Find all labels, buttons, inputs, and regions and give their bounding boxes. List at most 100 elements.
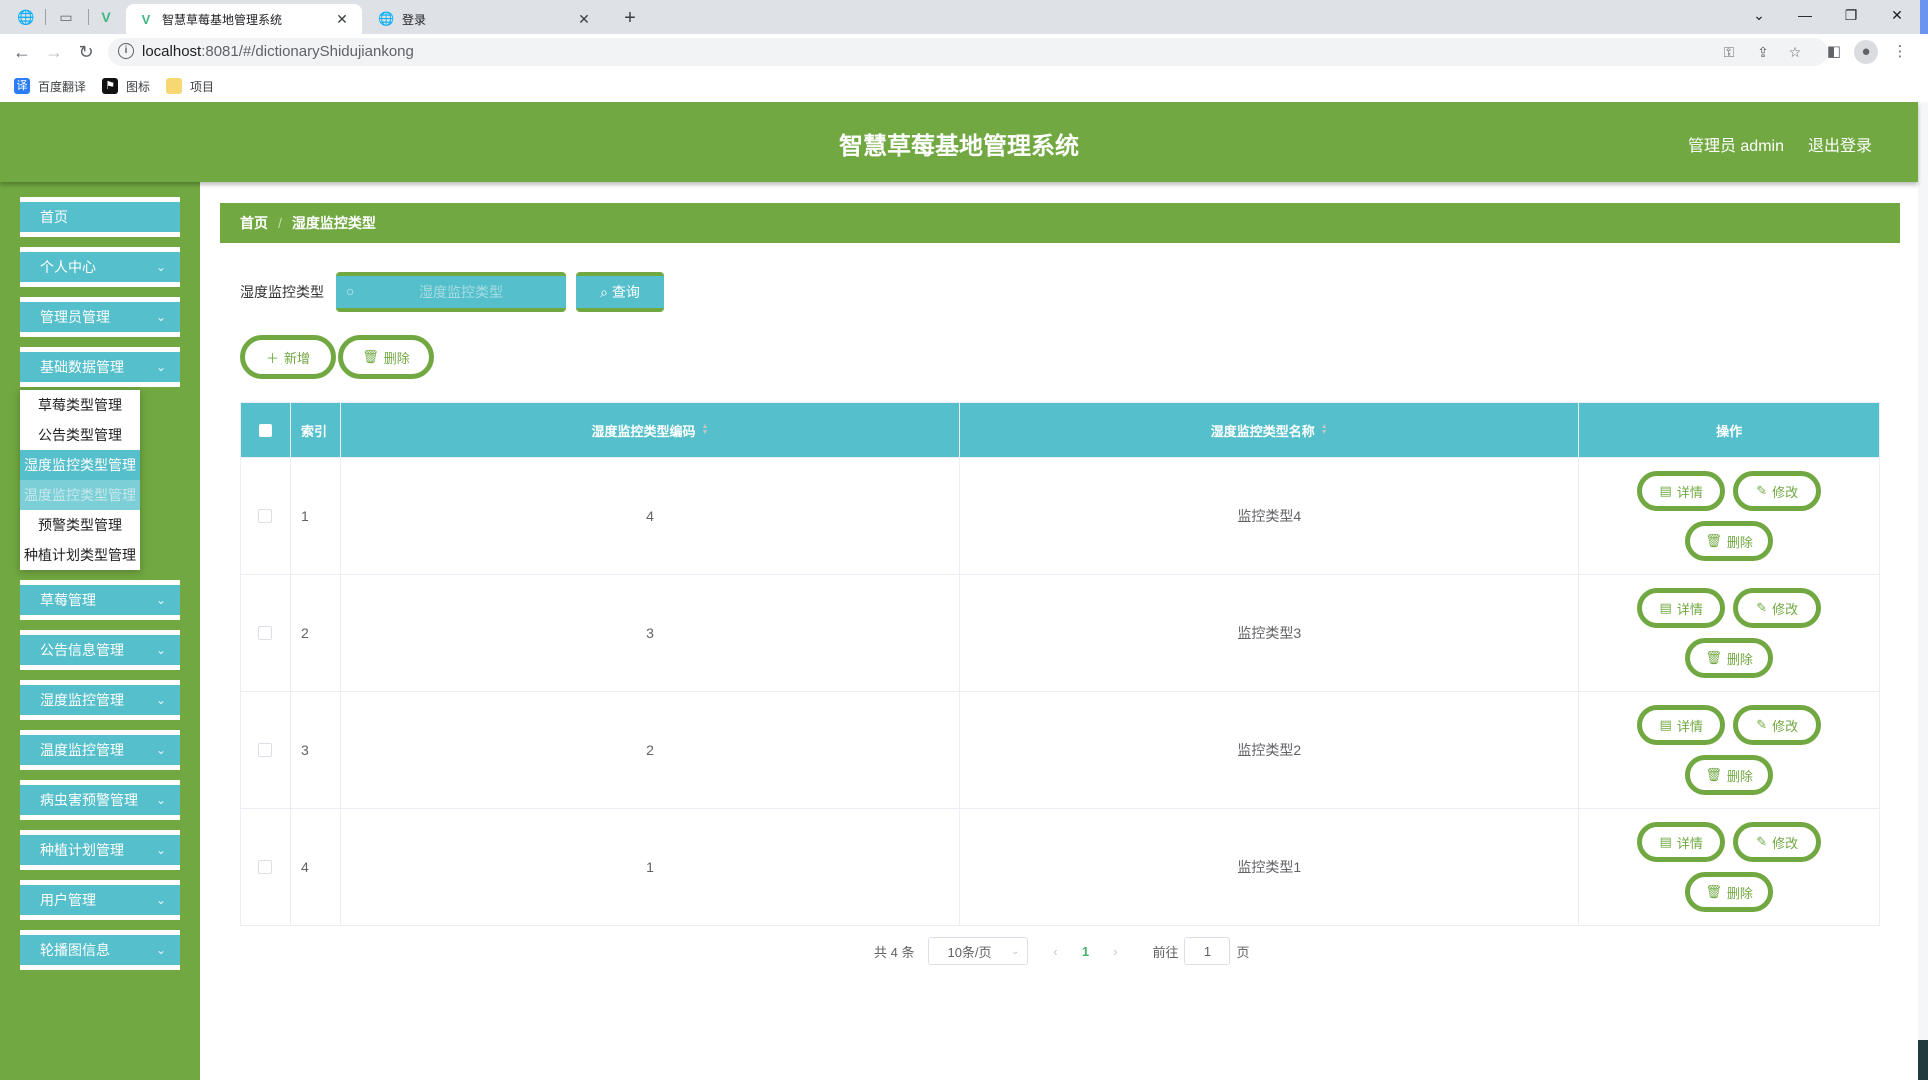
- detail-button[interactable]: ▤ 详情: [1637, 705, 1726, 745]
- pinned-tab-globe-icon[interactable]: 🌐: [14, 6, 38, 28]
- bookmark-folder-project[interactable]: 项目: [166, 76, 214, 96]
- sidebar-item-humidity[interactable]: 湿度监控管理 ⌄: [20, 680, 180, 720]
- sidebar-item-basic-data[interactable]: 基础数据管理 ⌄: [20, 347, 180, 387]
- chevron-down-icon: ⌄: [155, 743, 166, 757]
- table-body: 1 4 监控类型4 ▤ 详情 ✎ 修改 🗑 删除 2 3 监控类型3 ▤ 详情 ✎ 修改 …: [241, 457, 1879, 925]
- sidebar-item-label: 草莓管理: [40, 592, 96, 608]
- bookmark-star-icon[interactable]: ☆: [1784, 42, 1806, 62]
- delete-button[interactable]: 🗑 删除: [1685, 638, 1774, 678]
- query-button[interactable]: ⌕ 查询: [576, 272, 664, 312]
- chevron-down-icon: ⌄: [155, 843, 166, 857]
- sidebar-item-admin[interactable]: 管理员管理 ⌄: [20, 297, 180, 337]
- prev-page-button[interactable]: ‹: [1040, 944, 1070, 959]
- detail-label: 详情: [1676, 484, 1703, 500]
- edit-button[interactable]: ✎ 修改: [1733, 705, 1822, 745]
- header-code[interactable]: 湿度监控类型编码 ▲ ▼: [341, 403, 961, 457]
- goto-page-input[interactable]: [1184, 937, 1231, 965]
- back-button[interactable]: ←: [8, 38, 36, 66]
- search-form: 湿度监控类型 ○ ⌕ 查询: [240, 272, 664, 312]
- delete-button[interactable]: 🗑 删除: [1685, 872, 1774, 912]
- reload-button[interactable]: ↻: [72, 38, 100, 66]
- tab-login[interactable]: 🌐 登录 ✕: [366, 4, 604, 34]
- logout-link[interactable]: 退出登录: [1808, 132, 1872, 156]
- search-input[interactable]: [366, 276, 556, 308]
- row-index: 3: [291, 692, 341, 808]
- select-all-checkbox[interactable]: [258, 423, 272, 437]
- address-bar[interactable]: i localhost:8081/#/dictionaryShidujianko…: [108, 38, 1828, 66]
- close-window-button[interactable]: ✕: [1874, 0, 1920, 30]
- add-button[interactable]: ＋ 新增: [240, 335, 336, 379]
- page-scrollbar[interactable]: [1918, 102, 1928, 1080]
- url-text[interactable]: localhost:8081/#/dictionaryShidujiankong: [142, 43, 414, 60]
- submenu-item-temperature-type[interactable]: 温度监控类型管理: [20, 480, 140, 510]
- row-operations: ▤ 详情 ✎ 修改 🗑 删除: [1579, 692, 1879, 808]
- submenu-item-warning-type[interactable]: 预警类型管理: [20, 510, 140, 540]
- bookmark-icons[interactable]: ⚑ 图标: [102, 76, 150, 96]
- restore-button[interactable]: ❐: [1828, 0, 1874, 30]
- submenu-item-strawberry-type[interactable]: 草莓类型管理: [20, 390, 140, 420]
- site-info-icon[interactable]: i: [118, 43, 134, 59]
- close-tab-icon[interactable]: ✕: [576, 11, 592, 28]
- submenu-item-humidity-type[interactable]: 湿度监控类型管理: [20, 450, 140, 480]
- breadcrumb-current: 湿度监控类型: [291, 215, 376, 231]
- edit-button[interactable]: ✎ 修改: [1733, 588, 1822, 628]
- row-checkbox[interactable]: [258, 509, 273, 523]
- tab-active[interactable]: V 智慧草莓基地管理系统 ✕: [126, 4, 362, 34]
- header-name[interactable]: 湿度监控类型名称 ▲ ▼: [960, 403, 1580, 457]
- plus-icon: ＋: [265, 350, 279, 366]
- breadcrumb-home[interactable]: 首页: [240, 213, 268, 233]
- sidebar-item-carousel[interactable]: 轮播图信息 ⌄: [20, 930, 180, 970]
- detail-button[interactable]: ▤ 详情: [1637, 588, 1726, 628]
- row-operations: ▤ 详情 ✎ 修改 🗑 删除: [1579, 458, 1879, 574]
- detail-button[interactable]: ▤ 详情: [1637, 822, 1726, 862]
- breadcrumb-separator: /: [278, 215, 282, 231]
- bookmark-baidu-translate[interactable]: 译 百度翻译: [14, 76, 86, 96]
- sidebar-item-profile[interactable]: 个人中心 ⌄: [20, 247, 180, 287]
- edit-button[interactable]: ✎ 修改: [1733, 471, 1822, 511]
- sidebar-item-strawberry[interactable]: 草莓管理 ⌄: [20, 580, 180, 620]
- row-checkbox[interactable]: [258, 860, 273, 874]
- batch-delete-button[interactable]: 🗑 删除: [338, 335, 434, 379]
- edit-button[interactable]: ✎ 修改: [1733, 822, 1822, 862]
- sidebar-item-users[interactable]: 用户管理 ⌄: [20, 880, 180, 920]
- row-checkbox[interactable]: [258, 626, 273, 640]
- pinned-tab-sheet-icon[interactable]: ▭: [54, 6, 78, 28]
- search-field[interactable]: ○: [336, 272, 566, 312]
- new-tab-button[interactable]: +: [616, 4, 644, 32]
- submenu-item-notice-type[interactable]: 公告类型管理: [20, 420, 140, 450]
- pinned-tab-vue-icon[interactable]: V: [94, 6, 118, 28]
- sidebar-item-pest-warning[interactable]: 病虫害预警管理 ⌄: [20, 780, 180, 820]
- bookmarks-bar: 译 百度翻译 ⚑ 图标 项目: [0, 70, 1928, 102]
- row-checkbox[interactable]: [258, 743, 273, 757]
- sidebar-item-label: 温度监控管理: [40, 742, 124, 758]
- minimize-button[interactable]: —: [1782, 0, 1828, 30]
- delete-button[interactable]: 🗑 删除: [1685, 755, 1774, 795]
- action-bar: ＋ 新增 🗑 删除: [240, 335, 434, 379]
- side-panel-icon[interactable]: ◧: [1822, 40, 1846, 64]
- sort-icon[interactable]: ▲ ▼: [1321, 423, 1328, 436]
- close-tab-icon[interactable]: ✕: [334, 11, 350, 28]
- submenu-item-plan-type[interactable]: 种植计划类型管理: [20, 540, 140, 570]
- document-icon: ▤: [1659, 834, 1672, 849]
- sidebar-item-planting-plan[interactable]: 种植计划管理 ⌄: [20, 830, 180, 870]
- sidebar-item-notice[interactable]: 公告信息管理 ⌄: [20, 630, 180, 670]
- profile-avatar-icon[interactable]: ●: [1854, 40, 1878, 64]
- next-page-button[interactable]: ›: [1100, 944, 1130, 959]
- sidebar-item-label: 轮播图信息: [40, 942, 110, 958]
- sidebar-item-home[interactable]: 首页: [20, 197, 180, 237]
- tab-search-chevron-icon[interactable]: ⌄: [1736, 0, 1782, 30]
- sort-icon[interactable]: ▲ ▼: [702, 423, 709, 436]
- page-number-current[interactable]: 1: [1070, 944, 1100, 959]
- forward-button[interactable]: →: [40, 38, 68, 66]
- sidebar-item-temperature[interactable]: 温度监控管理 ⌄: [20, 730, 180, 770]
- page-size-select[interactable]: 10条/页 ⌄: [928, 937, 1029, 965]
- header-select-all[interactable]: [241, 403, 291, 457]
- detail-button[interactable]: ▤ 详情: [1637, 471, 1726, 511]
- sidebar-item-label: 病虫害预警管理: [40, 792, 138, 808]
- more-menu-icon[interactable]: ⋮: [1888, 40, 1912, 64]
- delete-button[interactable]: 🗑 删除: [1685, 521, 1774, 561]
- password-key-icon[interactable]: ⚿: [1718, 42, 1740, 62]
- row-name: 监控类型3: [960, 575, 1580, 691]
- share-icon[interactable]: ⇪: [1752, 42, 1774, 62]
- scrollbar-thumb[interactable]: [1918, 1040, 1928, 1080]
